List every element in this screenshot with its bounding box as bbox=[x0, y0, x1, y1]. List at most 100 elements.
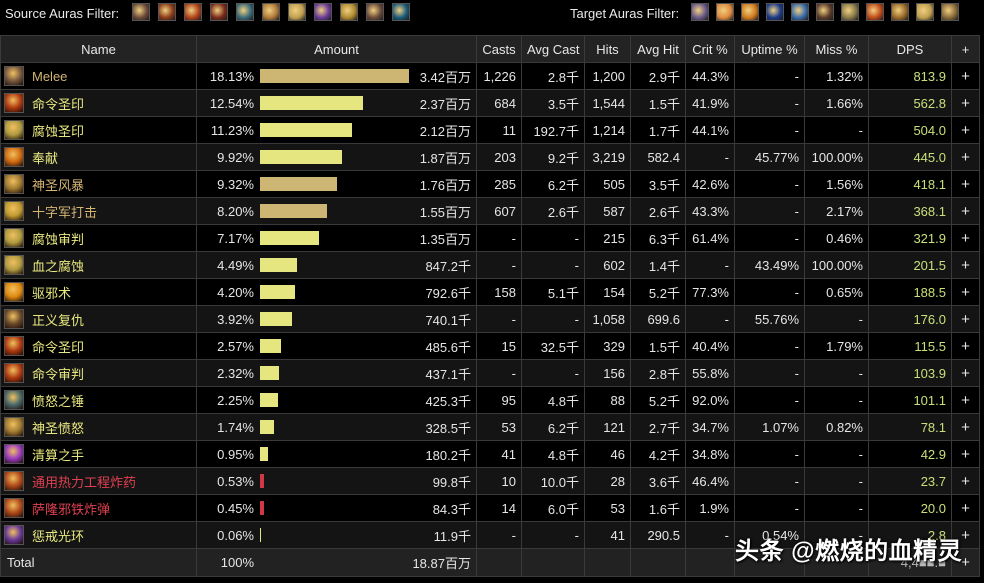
spell-name-cell[interactable]: 清算之手 bbox=[0, 440, 197, 468]
frost-armor-icon[interactable] bbox=[236, 3, 255, 21]
spell-name-cell[interactable]: Melee bbox=[0, 62, 197, 90]
expand-row-button[interactable]: + bbox=[951, 224, 980, 252]
table-row[interactable]: 血之腐蚀 4.49% 847.2千 - -602 1.4千 -43.49% 100.00… bbox=[0, 251, 980, 279]
consecration-icon bbox=[4, 147, 24, 167]
crossed-swords-icon[interactable] bbox=[841, 3, 860, 21]
expand-row-button[interactable]: + bbox=[951, 332, 980, 360]
table-row[interactable]: 神圣风暴 9.32% 1.76百万 285 6.2千 505 3.5千 42.6% -1.… bbox=[0, 170, 980, 198]
spell-name-cell[interactable]: 腐蚀审判 bbox=[0, 224, 197, 252]
spell-name-cell[interactable]: 萨隆邪铁炸弹 bbox=[0, 494, 197, 522]
spell-name-cell[interactable]: 驱邪术 bbox=[0, 278, 197, 306]
golden-fist-icon[interactable] bbox=[288, 3, 307, 21]
expand-row-button[interactable]: + bbox=[951, 251, 980, 279]
spell-name-cell[interactable]: 惩戒光环 bbox=[0, 521, 197, 549]
spell-name-cell[interactable]: 命令圣印 bbox=[0, 332, 197, 360]
table-row[interactable]: 神圣愤怒 1.74% 328.5千 53 6.2千 121 2.7千 34.7% 1.07… bbox=[0, 413, 980, 441]
spell-name-cell[interactable]: 神圣风暴 bbox=[0, 170, 197, 198]
expand-row-button[interactable]: + bbox=[951, 494, 980, 522]
damage-percent: 1.74% bbox=[217, 419, 254, 435]
column-header-avg-cast[interactable]: Avg Cast bbox=[521, 35, 585, 63]
dark-beast-icon[interactable] bbox=[816, 3, 835, 21]
damage-amount: 740.1千 bbox=[425, 312, 471, 328]
flexed-arm-icon[interactable] bbox=[132, 3, 151, 21]
crimson-wings-icon[interactable] bbox=[184, 3, 203, 21]
column-header-name[interactable]: Name bbox=[0, 35, 197, 63]
hammer-of-wrath-icon bbox=[4, 390, 24, 410]
expand-row-button[interactable]: + bbox=[951, 467, 980, 495]
miss-value: 0.46% bbox=[804, 224, 869, 252]
table-row[interactable]: 腐蚀圣印 11.23% 2.12百万 11 192.7千 1,214 1.7千 44.1… bbox=[0, 116, 980, 144]
table-row[interactable]: 奉献 9.92% 1.87百万 203 9.2千 3,219 582.4-45.77%… bbox=[0, 143, 980, 171]
spell-name-cell[interactable]: 愤怒之锤 bbox=[0, 386, 197, 414]
dps-value: 42.9 bbox=[868, 440, 952, 468]
table-row[interactable]: 正义复仇 3.92% 740.1千 - -1,058 699.6-55.76% -17… bbox=[0, 305, 980, 333]
spell-name-cell[interactable]: 奉献 bbox=[0, 143, 197, 171]
rune-circle-icon[interactable] bbox=[691, 3, 710, 21]
table-row[interactable]: 命令圣印 2.57% 485.6千 15 32.5千 329 1.5千 40.4% -1.… bbox=[0, 332, 980, 360]
expand-row-button[interactable]: + bbox=[951, 143, 980, 171]
star-burst-icon[interactable] bbox=[766, 3, 785, 21]
spell-name-cell[interactable]: 十字军打击 bbox=[0, 197, 197, 225]
table-row[interactable]: 萨隆邪铁炸弹 0.45% 84.3千 14 6.0千 53 1.6千 1.9% - -20.… bbox=[0, 494, 980, 522]
frost-claw-icon[interactable] bbox=[392, 3, 411, 21]
expand-row-button[interactable]: + bbox=[951, 413, 980, 441]
spell-name: 命令圣印 bbox=[32, 96, 85, 112]
shadow-mushroom-icon[interactable] bbox=[314, 3, 333, 21]
crit-value: 44.3% bbox=[685, 62, 735, 90]
spell-name-cell[interactable]: 通用热力工程炸药 bbox=[0, 467, 197, 495]
frost-strike-icon[interactable] bbox=[791, 3, 810, 21]
column-header-miss[interactable]: Miss % bbox=[804, 35, 869, 63]
spell-name-cell[interactable]: 腐蚀圣印 bbox=[0, 116, 197, 144]
miss-value: 1.32% bbox=[804, 62, 869, 90]
table-row[interactable]: 愤怒之锤 2.25% 425.3千 95 4.8千 88 5.2千 92.0% - -101… bbox=[0, 386, 980, 414]
column-header-dps[interactable]: DPS bbox=[868, 35, 952, 63]
holy-crest-icon[interactable] bbox=[916, 3, 935, 21]
table-row[interactable]: 腐蚀审判 7.17% 1.35百万 - -215 6.3千 61.4% -0.46% 32… bbox=[0, 224, 980, 252]
expand-row-button[interactable]: + bbox=[951, 116, 980, 144]
golden-hammer-icon[interactable] bbox=[262, 3, 281, 21]
column-header-uptime[interactable]: Uptime % bbox=[734, 35, 805, 63]
avg-hit-value: 699.6 bbox=[630, 305, 686, 333]
golden-skull-icon[interactable] bbox=[891, 3, 910, 21]
amount-cell: 9.92% 1.87百万 bbox=[196, 143, 477, 171]
table-row[interactable]: 清算之手 0.95% 180.2千 41 4.8千 46 4.2千 34.8% - -42.… bbox=[0, 440, 980, 468]
fire-burst-icon[interactable] bbox=[716, 3, 735, 21]
consecration-icon[interactable] bbox=[741, 3, 760, 21]
column-header-avg-hit[interactable]: Avg Hit bbox=[630, 35, 686, 63]
fire-heart-icon[interactable] bbox=[866, 3, 885, 21]
expand-row-button[interactable]: + bbox=[951, 62, 980, 90]
table-row[interactable]: 驱邪术 4.20% 792.6千 158 5.1千 154 5.2千 77.3% -0.6… bbox=[0, 278, 980, 306]
table-row[interactable]: 命令审判 2.32% 437.1千 - -156 2.8千 55.8% - -103.9 + bbox=[0, 359, 980, 387]
spell-name-cell[interactable]: 命令圣印 bbox=[0, 89, 197, 117]
table-row[interactable]: Melee 18.13% 3.42百万 1,226 2.8千 1,200 2.9千 44… bbox=[0, 62, 980, 90]
damage-percent: 0.53% bbox=[217, 473, 254, 489]
damage-bar-track bbox=[260, 96, 409, 110]
column-header-hits[interactable]: Hits bbox=[584, 35, 631, 63]
column-header-crit[interactable]: Crit % bbox=[685, 35, 735, 63]
expand-row-button[interactable]: + bbox=[951, 440, 980, 468]
expand-row-button[interactable]: + bbox=[951, 386, 980, 414]
expand-row-button[interactable]: + bbox=[951, 305, 980, 333]
spell-name-cell[interactable]: 血之腐蚀 bbox=[0, 251, 197, 279]
expand-row-button[interactable]: + bbox=[951, 89, 980, 117]
table-row[interactable]: 命令圣印 12.54% 2.37百万 684 3.5千 1,544 1.5千 41.9%… bbox=[0, 89, 980, 117]
column-header-amount[interactable]: Amount bbox=[196, 35, 477, 63]
spell-name-cell[interactable]: 神圣愤怒 bbox=[0, 413, 197, 441]
potion-flame-icon[interactable] bbox=[158, 3, 177, 21]
crit-value: 55.8% bbox=[685, 359, 735, 387]
holy-crest-icon[interactable] bbox=[340, 3, 359, 21]
table-row[interactable]: 通用热力工程炸药 0.53% 99.8千 10 10.0千 28 3.6千 46.4% -… bbox=[0, 467, 980, 495]
spell-name-cell[interactable]: 正义复仇 bbox=[0, 305, 197, 333]
expand-row-button[interactable]: + bbox=[951, 170, 980, 198]
miss-value: 2.17% bbox=[804, 197, 869, 225]
spell-name-cell[interactable]: 命令审判 bbox=[0, 359, 197, 387]
table-row[interactable]: 十字军打击 8.20% 1.55百万 607 2.6千 587 2.6千 43.3% -2… bbox=[0, 197, 980, 225]
blood-rune-icon[interactable] bbox=[210, 3, 229, 21]
flexed-arm-icon[interactable] bbox=[366, 3, 385, 21]
beast-head-icon[interactable] bbox=[941, 3, 960, 21]
expand-row-button[interactable]: + bbox=[951, 197, 980, 225]
expand-row-button[interactable]: + bbox=[951, 278, 980, 306]
expand-row-button[interactable]: + bbox=[951, 359, 980, 387]
add-column-button[interactable]: + bbox=[951, 35, 980, 63]
column-header-casts[interactable]: Casts bbox=[476, 35, 522, 63]
